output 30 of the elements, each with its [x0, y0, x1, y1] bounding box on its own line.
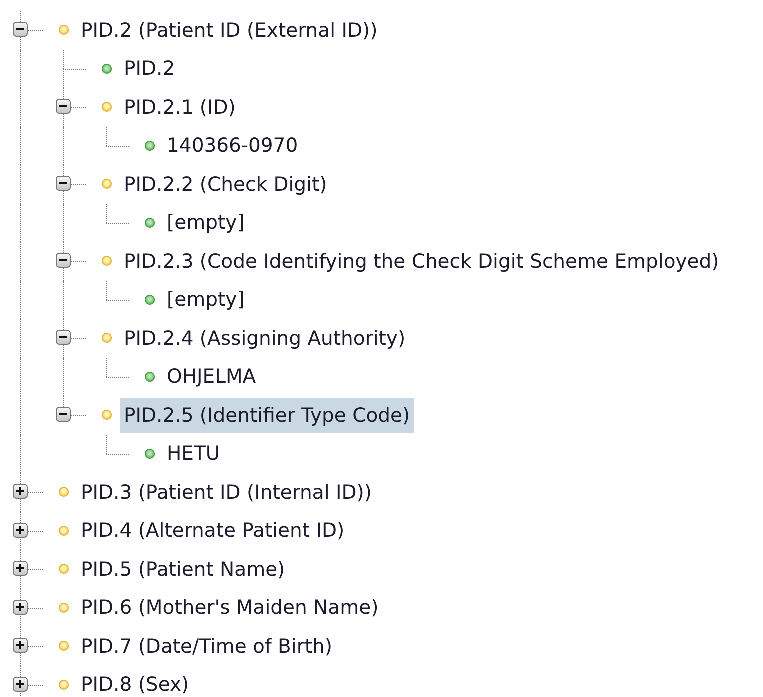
minus-icon[interactable]	[56, 176, 71, 192]
plus-icon[interactable]	[13, 600, 28, 615]
tree-item[interactable]: PID.2.5 (Identifier Type Code)	[120, 398, 414, 433]
minus-icon[interactable]	[56, 99, 71, 114]
tree-item[interactable]: PID.4 (Alternate Patient ID)	[77, 513, 349, 548]
tree-item[interactable]: [empty]	[163, 282, 249, 318]
tree-item[interactable]: PID.5 (Patient Name)	[77, 552, 290, 587]
tree-item[interactable]: PID.2.2 (Check Digit)	[120, 166, 332, 202]
tree-item[interactable]: PID.8 (Sex)	[77, 667, 194, 697]
tree-item[interactable]: OHJELMA	[163, 359, 260, 394]
tree-item[interactable]: PID.2.4 (Assigning Authority)	[120, 320, 410, 356]
minus-icon[interactable]	[56, 253, 71, 268]
plus-icon[interactable]	[13, 676, 28, 692]
tree-item[interactable]: PID.2.1 (ID)	[120, 90, 240, 125]
minus-icon[interactable]	[56, 330, 71, 346]
tree-item[interactable]: PID.2	[120, 51, 180, 86]
minus-icon[interactable]	[13, 22, 28, 38]
tree-item[interactable]: PID.2.3 (Code Identifying the Check Digit Scheme Employed)	[120, 244, 724, 279]
plus-icon[interactable]	[13, 638, 28, 654]
minus-icon[interactable]	[56, 407, 71, 422]
tree-item[interactable]: PID.6 (Mother's Maiden Name)	[77, 590, 383, 626]
plus-icon[interactable]	[13, 484, 28, 500]
tree-item[interactable]: PID.2 (Patient ID (External ID))	[77, 12, 382, 48]
tree-item[interactable]: PID.3 (Patient ID (Internal ID))	[77, 474, 376, 510]
plus-icon[interactable]	[13, 522, 28, 538]
plus-icon[interactable]	[13, 561, 28, 576]
tree-item[interactable]: PID.7 (Date/Time of Birth)	[77, 628, 336, 664]
tree-item[interactable]: 140366-0970	[163, 128, 302, 164]
tree-item[interactable]: HETU	[163, 436, 224, 472]
tree-item[interactable]: [empty]	[163, 205, 249, 240]
